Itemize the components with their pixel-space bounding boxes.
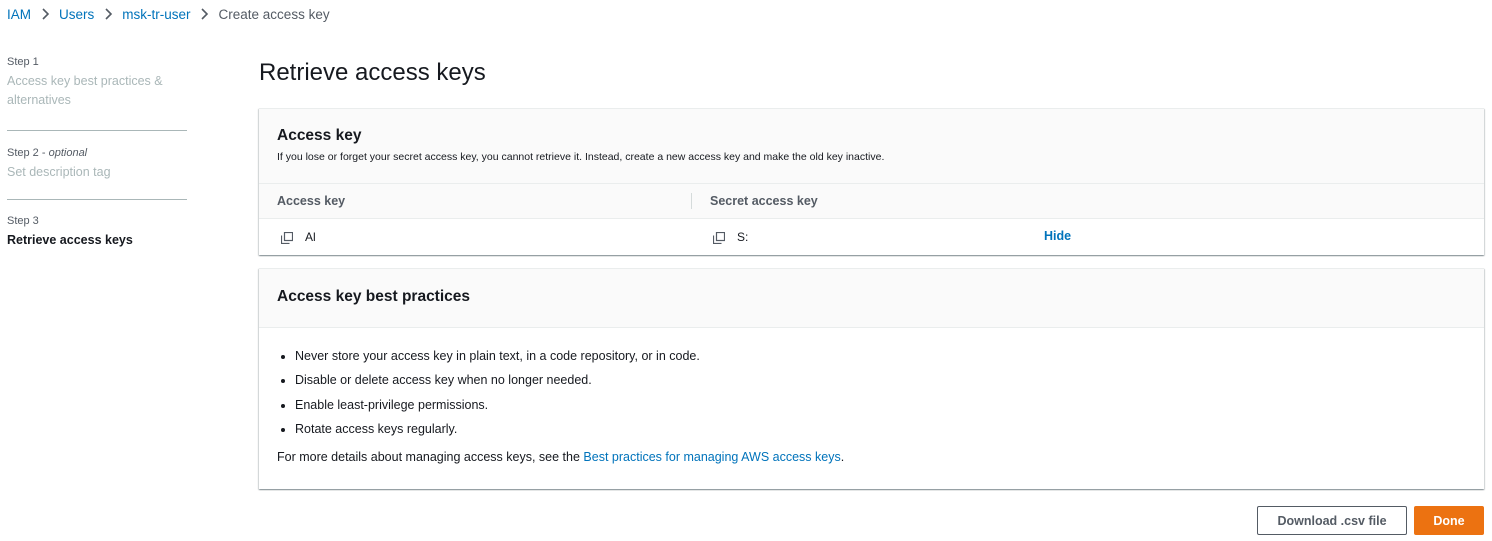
done-button[interactable]: Done [1414, 506, 1484, 535]
hide-secret-link[interactable]: Hide [1044, 229, 1071, 243]
step-number: Step 3 [7, 215, 39, 227]
best-practices-list: Never store your access key in plain tex… [277, 349, 700, 446]
list-item: Rotate access keys regularly. [295, 422, 700, 446]
chevron-right-icon [191, 8, 219, 20]
best-practices-footer: For more details about managing access k… [277, 450, 844, 464]
card-description: If you lose or forget your secret access… [277, 151, 885, 163]
card-title: Access key [277, 127, 362, 144]
copy-icon[interactable] [712, 231, 726, 245]
step-number: Step 2 - optional [7, 147, 88, 159]
card-title: Access key best practices [277, 288, 471, 305]
list-item: Enable least-privilege permissions. [295, 398, 700, 422]
best-practices-link[interactable]: Best practices for managing AWS access k… [583, 450, 840, 464]
step-1: Step 1 Access key best practices & alter… [7, 56, 187, 131]
step-2: Step 2 - optional Set description tag [7, 147, 187, 200]
breadcrumb: IAM Users msk-tr-user Create access key [7, 5, 330, 23]
step-3: Step 3 Retrieve access keys [7, 215, 187, 255]
step-number: Step 1 [7, 56, 39, 68]
table-row: Al S: Hide [259, 219, 1484, 255]
breadcrumb-users[interactable]: Users [59, 7, 94, 22]
footer-period: . [840, 450, 845, 464]
list-item: Never store your access key in plain tex… [295, 349, 700, 373]
list-item: Disable or delete access key when no lon… [295, 373, 700, 397]
breadcrumb-user[interactable]: msk-tr-user [122, 7, 190, 22]
access-key-card: Access key If you lose or forget your se… [259, 108, 1484, 255]
page-title: Retrieve access keys [259, 59, 486, 86]
column-header-access-key: Access key [277, 194, 346, 208]
card-header: Access key best practices [259, 269, 1484, 328]
copy-icon[interactable] [280, 231, 294, 245]
breadcrumb-iam[interactable]: IAM [7, 7, 31, 22]
step-title: Set description tag [7, 165, 111, 179]
chevron-right-icon [31, 8, 59, 20]
access-key-value: Al [305, 230, 316, 244]
chevron-right-icon [94, 8, 122, 20]
step-title: Retrieve access keys [7, 233, 133, 247]
table-header: Access key Secret access key [259, 184, 1484, 219]
wizard-steps: Step 1 Access key best practices & alter… [7, 56, 187, 255]
column-header-secret-key: Secret access key [710, 194, 818, 208]
breadcrumb-current: Create access key [218, 6, 330, 22]
column-divider [691, 193, 692, 209]
step-title: Access key best practices & alternatives [7, 74, 163, 107]
best-practices-card: Access key best practices Never store yo… [259, 268, 1484, 489]
card-header: Access key If you lose or forget your se… [259, 109, 1484, 184]
secret-key-value: S: [737, 230, 749, 244]
download-csv-button[interactable]: Download .csv file [1257, 506, 1407, 535]
footer-text: For more details about managing access k… [277, 450, 584, 464]
